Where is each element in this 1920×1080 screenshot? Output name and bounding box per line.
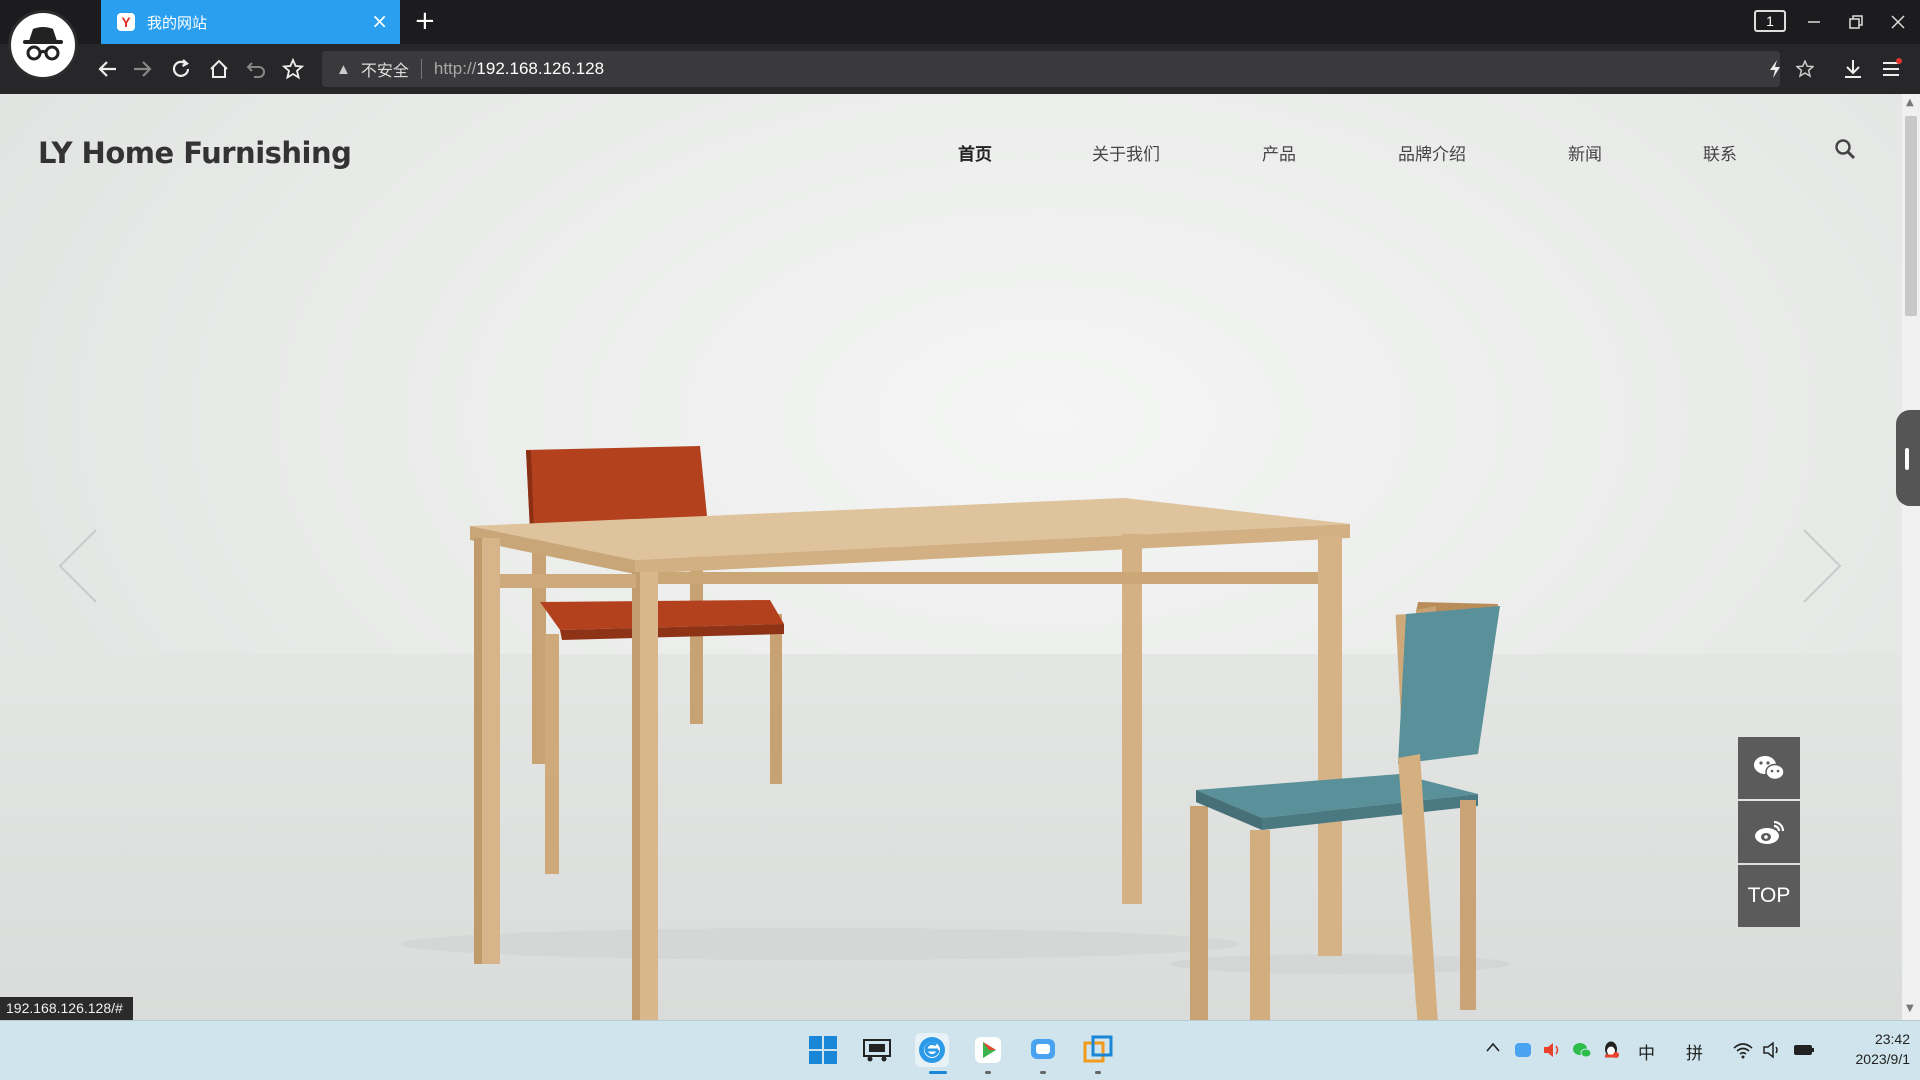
speaker-icon[interactable] — [1762, 1041, 1782, 1064]
status-link-preview: 192.168.126.128/# — [0, 997, 133, 1020]
scroll-down-icon[interactable]: ▼ — [1906, 1004, 1916, 1014]
tray-volume-app-icon[interactable] — [1542, 1041, 1562, 1064]
sidebar-pull-handle[interactable] — [1896, 410, 1920, 506]
site-header: LY Home Furnishing 首页 关于我们 产品 品牌介绍 新闻 联系 — [0, 94, 1902, 204]
start-icon[interactable] — [806, 1033, 840, 1067]
weibo-icon — [1755, 820, 1785, 844]
running-indicator — [1095, 1071, 1101, 1074]
undo-close-icon[interactable] — [242, 54, 272, 84]
scrollbar-thumb[interactable] — [1905, 116, 1917, 316]
clock-date: 2023/9/1 — [1855, 1051, 1911, 1067]
weibo-button[interactable] — [1738, 801, 1800, 863]
download-icon[interactable] — [1838, 54, 1868, 84]
menu-icon[interactable] — [1876, 54, 1906, 84]
tab-count-badge[interactable]: 1 — [1754, 10, 1786, 32]
address-bar[interactable]: ▲ 不安全 http:// 192.168.126.128 — [322, 51, 1780, 87]
ime-mode-indicator[interactable]: 拼 — [1686, 1039, 1703, 1064]
nav-home[interactable]: 首页 — [958, 140, 992, 165]
chevron-up-icon[interactable] — [1484, 1039, 1502, 1059]
bookmark-star-icon[interactable] — [1790, 54, 1820, 84]
scroll-up-icon[interactable]: ▲ — [1906, 98, 1916, 108]
restore-icon[interactable] — [1848, 0, 1864, 44]
running-indicator — [985, 1071, 991, 1074]
search-icon[interactable] — [1834, 138, 1856, 164]
active-indicator — [929, 1071, 947, 1074]
media-player-icon[interactable] — [971, 1033, 1005, 1067]
tab-active[interactable]: Y 我的网站 × — [101, 0, 400, 44]
close-window-icon[interactable] — [1890, 0, 1906, 44]
taskbar: 中 拼 23:42 2023/9/1 — [0, 1020, 1920, 1080]
wechat-icon — [1754, 756, 1785, 781]
clock-time: 23:42 — [1874, 1031, 1910, 1047]
back-to-top-button[interactable]: TOP — [1738, 865, 1800, 927]
lightning-icon[interactable] — [1760, 54, 1790, 84]
browser-taskbar-icon[interactable] — [915, 1033, 949, 1067]
wifi-icon[interactable] — [1732, 1041, 1754, 1064]
battery-icon[interactable] — [1792, 1041, 1816, 1064]
nav-news[interactable]: 新闻 — [1568, 140, 1602, 165]
site-logo[interactable]: LY Home Furnishing — [38, 136, 352, 170]
url-scheme[interactable]: http:// — [434, 59, 477, 79]
security-label[interactable]: 不安全 — [361, 57, 409, 81]
back-icon[interactable] — [92, 54, 122, 84]
nav-products[interactable]: 产品 — [1262, 140, 1296, 165]
carousel-prev-icon[interactable] — [56, 526, 100, 610]
taskbar-clock[interactable]: 23:42 2023/9/1 — [1820, 1029, 1911, 1069]
running-indicator — [1040, 1071, 1046, 1074]
tray-cloud-icon[interactable] — [1514, 1041, 1532, 1064]
page-scrollbar[interactable]: ▲ ▼ — [1902, 94, 1920, 1020]
divider — [420, 59, 422, 79]
tab-title: 我的网站 — [147, 13, 208, 32]
url-host[interactable]: 192.168.126.128 — [476, 59, 604, 79]
banner-furniture-image — [400, 446, 1510, 1020]
page-viewport: LY Home Furnishing 首页 关于我们 产品 品牌介绍 新闻 联系 — [0, 94, 1902, 1020]
tab-close-icon[interactable]: × — [371, 10, 388, 32]
favorite-star-icon[interactable] — [278, 54, 308, 84]
tray-wechat-icon[interactable] — [1572, 1041, 1592, 1064]
site-favicon-icon: Y — [117, 13, 135, 31]
ime-lang-indicator[interactable]: 中 — [1638, 1039, 1655, 1064]
new-tab-button[interactable]: + — [414, 6, 436, 36]
reload-icon[interactable] — [166, 54, 196, 84]
vm-app-icon[interactable] — [1081, 1033, 1115, 1067]
home-icon[interactable] — [204, 54, 234, 84]
nav-brand[interactable]: 品牌介绍 — [1398, 140, 1466, 165]
tray-qq-icon[interactable] — [1602, 1040, 1620, 1065]
taskview-icon[interactable] — [860, 1033, 894, 1067]
nav-contact[interactable]: 联系 — [1703, 140, 1737, 165]
carousel-next-icon[interactable] — [1800, 526, 1844, 610]
nav-about[interactable]: 关于我们 — [1092, 140, 1160, 165]
wechat-button[interactable] — [1738, 737, 1800, 799]
minimize-icon[interactable] — [1806, 0, 1822, 44]
warning-icon[interactable]: ▲ — [336, 61, 351, 78]
chat-app-icon[interactable] — [1026, 1033, 1060, 1067]
incognito-avatar-icon[interactable] — [8, 10, 78, 80]
forward-icon[interactable] — [128, 54, 158, 84]
